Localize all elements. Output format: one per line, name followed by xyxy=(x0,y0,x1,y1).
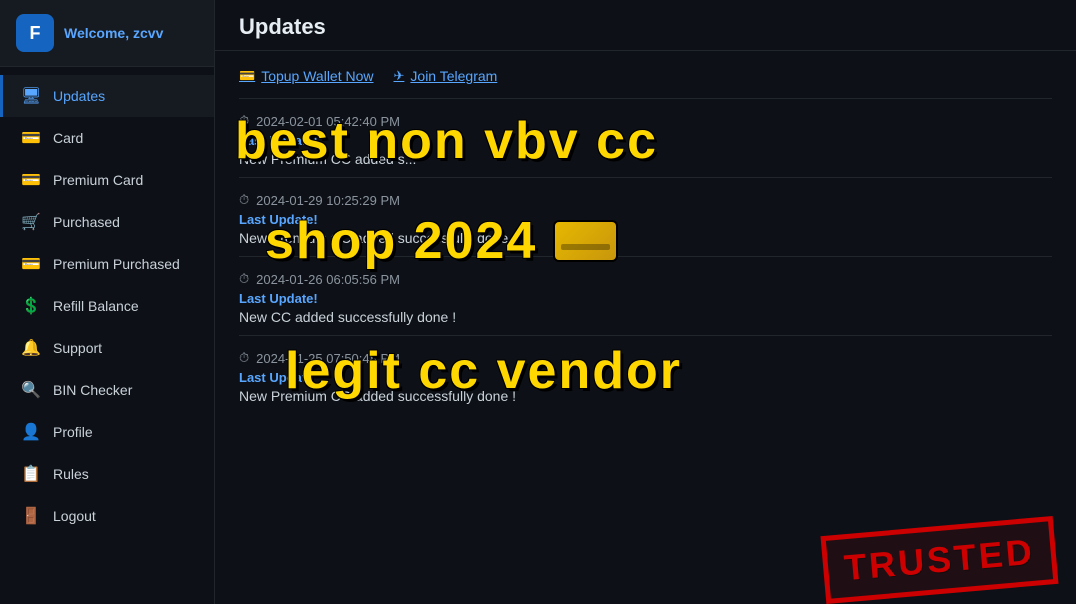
search-icon: 🔍 xyxy=(21,380,41,400)
update-label-4: Last Update xyxy=(239,370,1052,385)
main-content-area: Updates Topup Wallet Now Join Telegram ⏱… xyxy=(215,0,1076,604)
update-message-3: New CC added successfully done ! xyxy=(239,309,1052,325)
sidebar-item-card[interactable]: 💳 Card xyxy=(0,117,214,159)
join-telegram-link[interactable]: Join Telegram xyxy=(394,67,498,84)
sidebar-item-label: Refill Balance xyxy=(53,298,139,314)
sidebar-item-label: Updates xyxy=(53,88,105,104)
update-entry-1: ⏱ 2024-02-01 05:42:40 PM Last Update! Ne… xyxy=(239,98,1052,177)
action-links-row: Topup Wallet Now Join Telegram xyxy=(239,67,1052,84)
page-title: Updates xyxy=(239,14,1052,40)
sidebar-item-label: Card xyxy=(53,130,83,146)
sidebar-item-premium-purchased[interactable]: 💳 Premium Purchased xyxy=(0,243,214,285)
topup-icon xyxy=(239,67,255,84)
support-icon: 🔔 xyxy=(21,338,41,358)
sidebar-item-label: Premium Card xyxy=(53,172,143,188)
sidebar-item-updates[interactable]: 🖥 Updates xyxy=(0,75,214,117)
cart-icon: 🛒 xyxy=(21,212,41,232)
trusted-stamp: TRUSTED xyxy=(820,516,1058,604)
timestamp-2: ⏱ 2024-01-29 10:25:29 PM xyxy=(239,192,1052,208)
timestamp-1: ⏱ 2024-02-01 05:42:40 PM xyxy=(239,113,1052,129)
card-icon: 💳 xyxy=(21,128,41,148)
welcome-text: Welcome, zcvv xyxy=(64,25,163,41)
update-label-3: Last Update! xyxy=(239,291,1052,306)
sidebar-item-purchased[interactable]: 🛒 Purchased xyxy=(0,201,214,243)
sidebar-item-label: Logout xyxy=(53,508,96,524)
clock-icon-3: ⏱ xyxy=(239,271,249,287)
sidebar-item-rules[interactable]: 📋 Rules xyxy=(0,453,214,495)
sidebar-item-label: Purchased xyxy=(53,214,120,230)
update-label-2: Last Update! xyxy=(239,212,1052,227)
premium-card-icon: 💳 xyxy=(21,170,41,190)
update-message-1: New Premium CC added s... xyxy=(239,151,1052,167)
sidebar-item-label: Profile xyxy=(53,424,93,440)
sidebar-item-profile[interactable]: 👤 Profile xyxy=(0,411,214,453)
sidebar-nav: 🖥 Updates 💳 Card 💳 Premium Card 🛒 Purcha… xyxy=(0,67,214,604)
sidebar-item-bin-checker[interactable]: 🔍 BIN Checker xyxy=(0,369,214,411)
sidebar-header: F Welcome, zcvv xyxy=(0,0,214,67)
timestamp-3: ⏱ 2024-01-26 06:05:56 PM xyxy=(239,271,1052,287)
update-entry-2: ⏱ 2024-01-29 10:25:29 PM Last Update! Ne… xyxy=(239,177,1052,256)
monitor-icon: 🖥 xyxy=(21,86,41,106)
clock-icon-4: ⏱ xyxy=(239,350,249,366)
app-logo: F xyxy=(16,14,54,52)
telegram-label: Join Telegram xyxy=(410,68,497,84)
updates-content: Topup Wallet Now Join Telegram ⏱ 2024-02… xyxy=(215,51,1076,604)
profile-icon: 👤 xyxy=(21,422,41,442)
update-entry-4: ⏱ 2024-01-25 07:50:48 PM Last Update New… xyxy=(239,335,1052,414)
premium-purchased-icon: 💳 xyxy=(21,254,41,274)
sidebar-item-logout[interactable]: 🚪 Logout xyxy=(0,495,214,537)
topup-wallet-link[interactable]: Topup Wallet Now xyxy=(239,67,374,84)
timestamp-4: ⏱ 2024-01-25 07:50:48 PM xyxy=(239,350,1052,366)
logout-icon: 🚪 xyxy=(21,506,41,526)
dollar-icon: 💲 xyxy=(21,296,41,316)
sidebar-item-label: Premium Purchased xyxy=(53,256,180,272)
sidebar-item-label: Support xyxy=(53,340,102,356)
sidebar-item-refill-balance[interactable]: 💲 Refill Balance xyxy=(0,285,214,327)
sidebar-item-premium-card[interactable]: 💳 Premium Card xyxy=(0,159,214,201)
sidebar-item-label: Rules xyxy=(53,466,89,482)
rules-icon: 📋 xyxy=(21,464,41,484)
update-entry-3: ⏱ 2024-01-26 06:05:56 PM Last Update! Ne… xyxy=(239,256,1052,335)
sidebar-item-label: BIN Checker xyxy=(53,382,132,398)
sidebar-item-support[interactable]: 🔔 Support xyxy=(0,327,214,369)
clock-icon-1: ⏱ xyxy=(239,113,249,129)
main-header: Updates xyxy=(215,0,1076,51)
sidebar: F Welcome, zcvv 🖥 Updates 💳 Card 💳 Premi… xyxy=(0,0,215,604)
telegram-icon xyxy=(394,67,405,84)
topup-label: Topup Wallet Now xyxy=(261,68,373,84)
update-message-4: New Premium CC added successfully done ! xyxy=(239,388,1052,404)
clock-icon-2: ⏱ xyxy=(239,192,249,208)
update-label-1: Last Update! xyxy=(239,133,1052,148)
update-message-2: New Premium CC added successfully done ! xyxy=(239,230,1052,246)
